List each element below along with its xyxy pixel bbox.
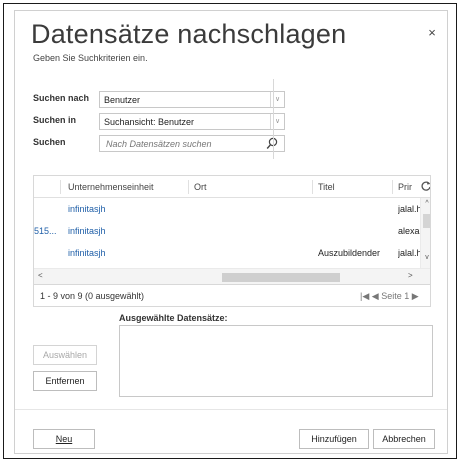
dialog-frame: Datensätze nachschlagen Geben Sie Suchkr… xyxy=(3,3,457,459)
search-field[interactable] xyxy=(99,135,285,152)
new-button[interactable]: Neu xyxy=(33,429,95,449)
vertical-scroll-thumb[interactable] xyxy=(423,214,430,228)
results-grid: Unternehmenseinheit Ort Titel Prir infin… xyxy=(33,175,431,285)
column-header-prim[interactable]: Prir xyxy=(398,182,418,192)
unit-link[interactable]: infinitasjh xyxy=(68,226,106,236)
dialog-title: Datensätze nachschlagen xyxy=(31,19,347,49)
table-row[interactable]: infinitasjh jalal.h xyxy=(34,198,420,220)
search-for-select[interactable]: Benutzer ∨ xyxy=(99,91,285,108)
scroll-down-icon[interactable]: v xyxy=(421,254,430,261)
prim-cell: jalal.h xyxy=(398,204,420,214)
prev-page-icon[interactable]: ◀ xyxy=(372,291,379,301)
prim-cell: jalal.h xyxy=(398,248,420,258)
form-divider xyxy=(273,79,274,159)
cancel-button[interactable]: Abbrechen xyxy=(373,429,435,449)
unit-link[interactable]: infinitasjh xyxy=(68,204,106,214)
scroll-right-icon[interactable]: > xyxy=(408,271,413,280)
first-page-icon[interactable]: |◀ xyxy=(360,291,369,301)
search-input[interactable] xyxy=(106,139,256,149)
search-in-label: Suchen in xyxy=(33,115,77,125)
grid-header: Unternehmenseinheit Ort Titel Prir xyxy=(34,176,431,198)
lookup-dialog: Datensätze nachschlagen Geben Sie Suchkr… xyxy=(14,10,448,454)
column-header-unit[interactable]: Unternehmenseinheit xyxy=(68,182,154,192)
search-for-label: Suchen nach xyxy=(33,93,90,103)
table-row[interactable]: 515... infinitasjh alexan xyxy=(34,220,420,242)
column-header-titel[interactable]: Titel xyxy=(318,182,335,192)
next-page-icon[interactable]: ▶ xyxy=(412,291,419,301)
search-in-row: Suchen in Suchansicht: Benutzer ∨ xyxy=(33,113,293,130)
column-separator xyxy=(60,180,61,194)
pager: |◀ ◀ Seite 1 ▶ xyxy=(360,291,419,302)
search-in-select[interactable]: Suchansicht: Benutzer ∨ xyxy=(99,113,285,130)
search-in-value: Suchansicht: Benutzer xyxy=(104,117,195,127)
refresh-icon[interactable] xyxy=(420,180,431,192)
remove-button[interactable]: Entfernen xyxy=(33,371,97,391)
search-icon[interactable] xyxy=(266,137,278,150)
search-row: Suchen xyxy=(33,135,293,152)
selected-records-label: Ausgewählte Datensätze: xyxy=(119,313,228,323)
column-separator xyxy=(188,180,189,194)
prim-cell: alexan xyxy=(398,226,420,236)
add-button[interactable]: Hinzufügen xyxy=(299,429,369,449)
horizontal-scrollbar[interactable]: < > xyxy=(34,268,430,284)
search-for-row: Suchen nach Benutzer ∨ xyxy=(33,91,293,108)
titel-cell: Auszubildender xyxy=(318,248,381,258)
column-header-ort[interactable]: Ort xyxy=(194,182,207,192)
horizontal-scroll-thumb[interactable] xyxy=(222,273,340,282)
table-row[interactable]: infinitasjh Auszubildender jalal.h xyxy=(34,242,420,264)
dialog-subtitle: Geben Sie Suchkriterien ein. xyxy=(33,53,148,63)
vertical-scrollbar[interactable]: ^ v xyxy=(420,198,430,268)
selected-records-list[interactable] xyxy=(119,325,433,397)
column-separator xyxy=(392,180,393,194)
grid-footer: 1 - 9 von 9 (0 ausgewählt) |◀ ◀ Seite 1 … xyxy=(33,285,431,307)
row-lead-cell: 515... xyxy=(34,226,57,236)
select-button[interactable]: Auswählen xyxy=(33,345,97,365)
close-button[interactable]: × xyxy=(424,25,440,41)
unit-link[interactable]: infinitasjh xyxy=(68,248,106,258)
footer-divider xyxy=(15,409,447,410)
column-separator xyxy=(312,180,313,194)
scroll-up-icon[interactable]: ^ xyxy=(421,200,430,207)
search-for-value: Benutzer xyxy=(104,95,141,105)
new-button-label: Neu xyxy=(55,434,73,444)
scroll-left-icon[interactable]: < xyxy=(38,271,43,280)
page-indicator: Seite 1 xyxy=(381,291,410,301)
record-count: 1 - 9 von 9 (0 ausgewählt) xyxy=(40,291,145,301)
search-label: Suchen xyxy=(33,137,66,147)
